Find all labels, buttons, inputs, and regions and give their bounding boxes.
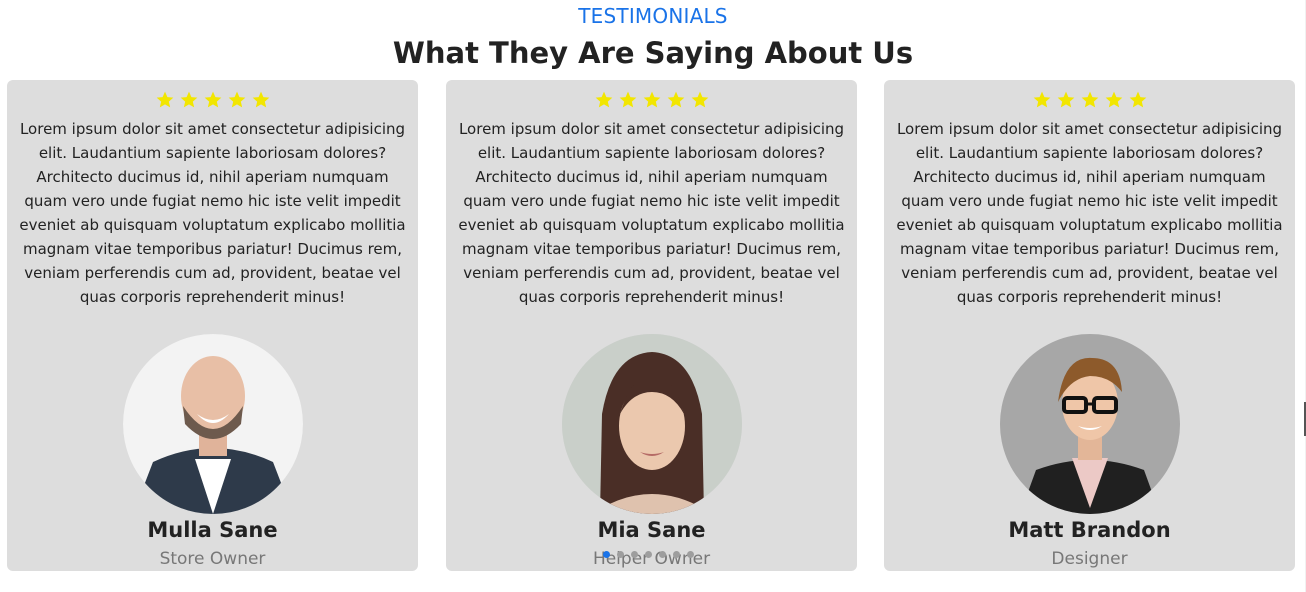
avatar [122,334,303,514]
customer-name: Matt Brandon [1008,518,1171,542]
section-label: TESTIMONIALS [578,4,728,28]
star-icon [690,90,710,110]
smiling-woman-photo [561,334,742,514]
star-icon [251,90,271,110]
carousel-dot[interactable] [673,551,680,558]
testimonial-text: Lorem ipsum dolor sit amet consectetur a… [458,120,845,306]
star-icon [666,90,686,110]
star-icon [1128,90,1148,110]
star-icon [179,90,199,110]
rating-stars [454,90,849,112]
star-icon [155,90,175,110]
customer-role: Designer [1051,549,1128,569]
star-icon [1032,90,1052,110]
customer-name: Mulla Sane [147,518,278,542]
avatar [999,334,1180,514]
star-icon [618,90,638,110]
testimonial-card: Lorem ipsum dolor sit amet consectetur a… [446,80,857,571]
carousel-pagination [603,551,694,558]
testimonial-card: Lorem ipsum dolor sit amet consectetur a… [7,80,418,571]
customer-role: Store Owner [159,549,266,569]
section-title: What They Are Saying About Us [392,36,914,70]
star-icon [203,90,223,110]
avatar [561,334,742,514]
carousel-dot[interactable] [645,551,652,558]
woman-with-glasses-photo [999,334,1180,514]
laughing-bearded-man-photo [122,334,303,514]
testimonial-text: Lorem ipsum dolor sit amet consectetur a… [19,120,406,306]
carousel-dot[interactable] [631,551,638,558]
testimonial-card: Lorem ipsum dolor sit amet consectetur a… [884,80,1295,571]
testimonial-text: Lorem ipsum dolor sit amet consectetur a… [896,120,1283,306]
carousel-dot[interactable] [603,551,610,558]
star-icon [642,90,662,110]
star-icon [1056,90,1076,110]
customer-name: Mia Sane [597,518,706,542]
carousel-dot[interactable] [659,551,666,558]
star-icon [227,90,247,110]
star-icon [1080,90,1100,110]
carousel-dot[interactable] [617,551,624,558]
star-icon [594,90,614,110]
rating-stars [15,90,410,112]
rating-stars [892,90,1287,112]
star-icon [1104,90,1124,110]
carousel-dot[interactable] [687,551,694,558]
